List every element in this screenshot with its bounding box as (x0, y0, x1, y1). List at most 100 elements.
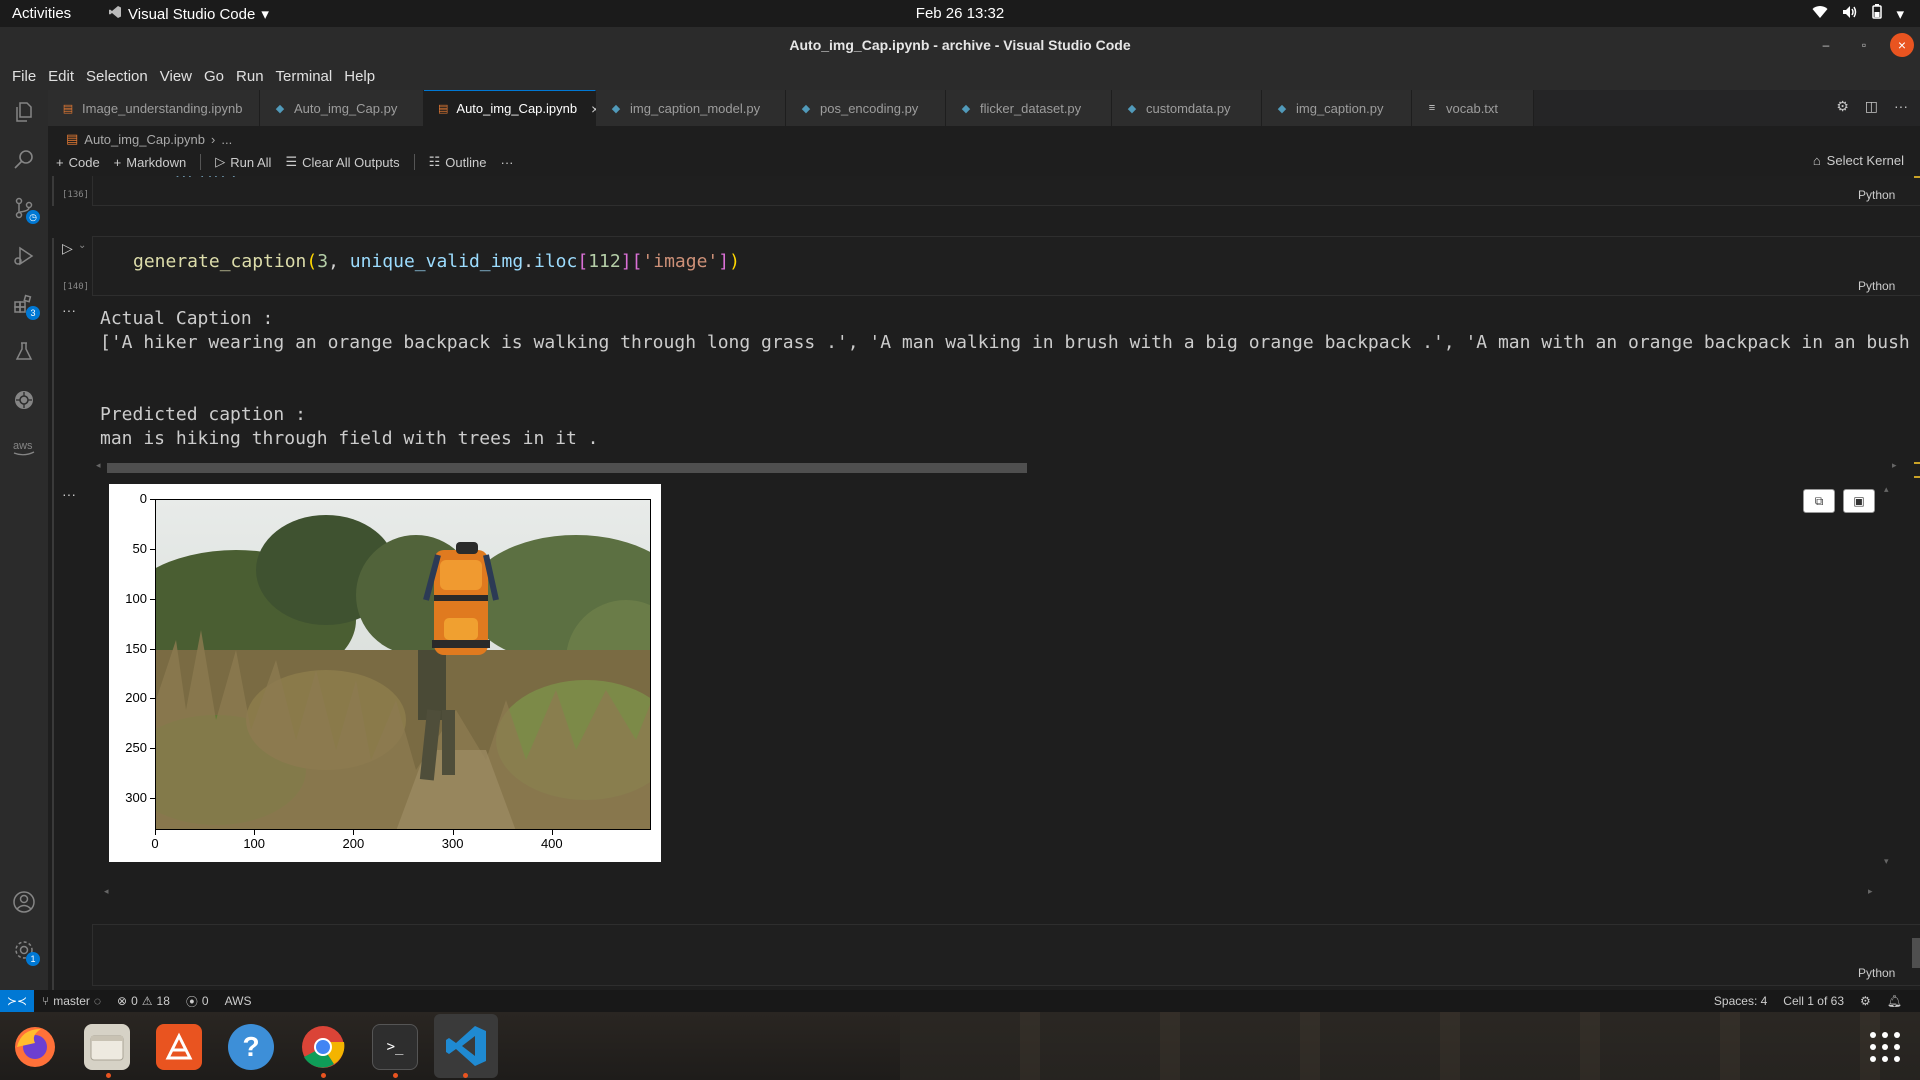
minimap-marker (1914, 476, 1920, 478)
running-indicator (393, 1073, 398, 1078)
tab-customdata[interactable]: ◆ customdata.py (1112, 90, 1262, 126)
settings-gear-icon[interactable]: 1 (0, 928, 48, 972)
breadcrumb-more[interactable]: ... (221, 132, 232, 147)
clear-all-outputs-button[interactable]: ☰ Clear All Outputs (285, 154, 399, 170)
split-editor-icon[interactable]: ◫ (1865, 98, 1878, 115)
editor-actions: ⚙ ◫ ··· (1836, 98, 1908, 115)
extensions-icon[interactable]: 3 (0, 282, 48, 326)
firefox-icon[interactable] (12, 1024, 58, 1070)
feedback-icon[interactable]: ⚙ (1852, 994, 1879, 1008)
system-menu-chevron-icon[interactable]: ▾ (1896, 5, 1904, 23)
output-more-button[interactable]: ··· (62, 302, 76, 318)
ubuntu-software-icon[interactable] (156, 1024, 202, 1070)
terminal-icon[interactable]: >_ (372, 1024, 418, 1070)
previous-cell-language[interactable]: Python (1858, 188, 1895, 202)
aws-icon[interactable]: aws (0, 426, 48, 470)
source-control-icon[interactable]: ◷ (0, 186, 48, 230)
tab-img-caption[interactable]: ◆ img_caption.py (1262, 90, 1412, 126)
vscode-dock-icon[interactable] (434, 1014, 498, 1078)
vertical-scrollbar[interactable] (1912, 938, 1920, 968)
aws-status-button[interactable]: AWS (217, 994, 260, 1008)
show-applications-grid-icon[interactable] (1868, 1030, 1902, 1064)
tab-auto-img-cap-py[interactable]: ◆ Auto_img_Cap.py (260, 90, 424, 126)
menu-view[interactable]: View (154, 68, 198, 85)
tab-image-understanding[interactable]: ▤ Image_understanding.ipynb (48, 90, 260, 126)
menu-selection[interactable]: Selection (80, 68, 154, 85)
scroll-left-arrow-icon[interactable]: ◂ (104, 886, 109, 897)
branch-button[interactable]: ⑂ master ◌ (34, 994, 109, 1008)
menu-file[interactable]: File (6, 68, 42, 85)
indentation-button[interactable]: Spaces: 4 (1706, 994, 1775, 1008)
extensions-badge: 3 (26, 306, 40, 320)
code-cell[interactable]: generate_caption(3, unique_valid_img.ilo… (92, 236, 1920, 296)
activity-bar: ◷ 3 aws 1 (0, 90, 48, 990)
cell-position[interactable]: Cell 1 of 63 (1775, 994, 1852, 1008)
plot-y-tick-label: 300 (125, 790, 147, 806)
cell-language[interactable]: Python (1858, 279, 1895, 293)
output-more-button[interactable]: ··· (62, 486, 76, 502)
files-icon[interactable] (84, 1024, 130, 1070)
notifications-bell-icon[interactable]: 🔔︎ (1879, 994, 1910, 1008)
scroll-up-arrow-icon[interactable]: ▴ (1884, 484, 1889, 495)
kubernetes-icon[interactable] (0, 378, 48, 422)
scroll-left-arrow-icon[interactable]: ◂ (96, 460, 101, 471)
volume-icon[interactable] (1842, 5, 1858, 23)
battery-icon[interactable] (1872, 4, 1883, 23)
toolbar-more-button[interactable]: ··· (501, 155, 514, 170)
search-icon[interactable] (0, 138, 48, 182)
maximize-button[interactable]: ▫ (1852, 33, 1876, 57)
scroll-right-arrow-icon[interactable]: ▸ (1868, 886, 1873, 897)
run-debug-icon[interactable] (0, 234, 48, 278)
help-icon[interactable]: ? (228, 1024, 274, 1070)
editor-tab-bar: ▤ Image_understanding.ipynb ◆ Auto_img_C… (48, 90, 1920, 126)
remote-indicator-button[interactable]: ≻≺ (0, 990, 34, 1012)
chrome-icon[interactable] (300, 1024, 346, 1070)
ports-button[interactable]: ⦿ 0 (178, 993, 217, 1010)
clear-all-outputs-label: Clear All Outputs (302, 154, 400, 170)
tab-vocab[interactable]: ≡ vocab.txt (1412, 90, 1534, 126)
menu-go[interactable]: Go (198, 68, 230, 85)
notebook-settings-gear-icon[interactable]: ⚙ (1836, 98, 1849, 115)
empty-cell-language[interactable]: Python (1858, 966, 1895, 980)
add-code-cell-button[interactable]: + Code (56, 155, 100, 170)
close-window-button[interactable]: × (1890, 33, 1914, 57)
copy-output-button[interactable]: ⧉ (1803, 489, 1835, 513)
menu-terminal[interactable]: Terminal (270, 68, 339, 85)
breadcrumb-file[interactable]: Auto_img_Cap.ipynb (84, 132, 205, 147)
add-markdown-cell-button[interactable]: + Markdown (114, 155, 187, 170)
tab-img-caption-model[interactable]: ◆ img_caption_model.py (596, 90, 786, 126)
tab-label: img_caption.py (1296, 100, 1384, 116)
more-actions-icon[interactable]: ··· (1894, 98, 1908, 115)
tab-auto-img-cap-ipynb[interactable]: ▤ Auto_img_Cap.ipynb × (424, 90, 599, 126)
save-output-button[interactable]: ▣ (1843, 489, 1875, 513)
window-title-bar: Auto_img_Cap.ipynb - archive - Visual St… (0, 27, 1920, 63)
tab-pos-encoding[interactable]: ◆ pos_encoding.py (786, 90, 946, 126)
app-menu[interactable]: Visual Studio Code ▾ (108, 5, 269, 23)
empty-code-cell[interactable] (92, 924, 1920, 986)
outline-button[interactable]: ☷ Outline (429, 154, 487, 170)
wifi-icon[interactable] (1812, 5, 1828, 23)
run-cell-button[interactable]: ▷ (62, 240, 73, 257)
previous-code-cell[interactable]: print(' '.join(predicted_sentence[1:])) (92, 176, 1920, 206)
scroll-down-arrow-icon[interactable]: ▾ (1884, 856, 1889, 867)
select-kernel-button[interactable]: ⌂ Select Kernel (1813, 153, 1904, 168)
notebook-editor[interactable]: print(' '.join(predicted_sentence[1:])) … (48, 176, 1920, 990)
run-all-button[interactable]: ▷ Run All (215, 154, 271, 170)
minimize-button[interactable]: – (1814, 33, 1838, 57)
testing-flask-icon[interactable] (0, 330, 48, 374)
menu-edit[interactable]: Edit (42, 68, 80, 85)
activities-button[interactable]: Activities (12, 5, 71, 22)
chevron-down-icon[interactable]: ⌄ (78, 240, 86, 251)
warning-count: 18 (156, 994, 170, 1008)
menu-run[interactable]: Run (230, 68, 270, 85)
add-code-label: Code (68, 154, 100, 170)
output-horizontal-scrollbar[interactable] (107, 463, 1027, 473)
system-tray[interactable]: ▾ (1812, 4, 1904, 23)
account-icon[interactable] (0, 880, 48, 924)
menu-help[interactable]: Help (338, 68, 381, 85)
tab-flicker-dataset[interactable]: ◆ flicker_dataset.py (946, 90, 1112, 126)
scroll-right-arrow-icon[interactable]: ▸ (1892, 460, 1897, 471)
explorer-icon[interactable] (0, 90, 48, 134)
clock[interactable]: Feb 26 13:32 (916, 5, 1004, 22)
problems-button[interactable]: ⊗ 0 ⚠ 18 (109, 994, 178, 1008)
